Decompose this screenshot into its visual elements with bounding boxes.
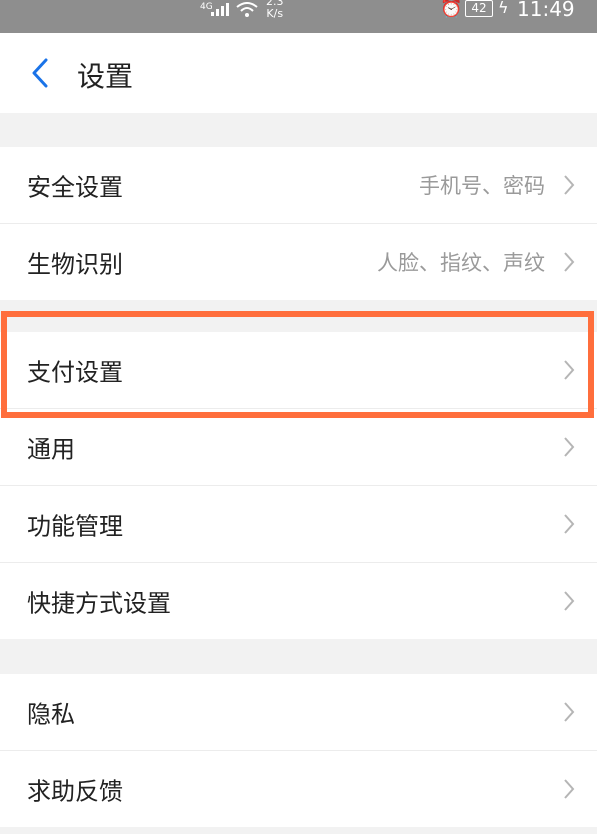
item-label: 安全设置 [27,173,123,202]
chevron-right-icon [564,514,575,534]
section-general: 支付设置 通用 功能管理 快捷方式设置 [0,332,597,639]
network-speed: 2.3 K/s [266,0,284,20]
settings-item-payment[interactable]: 支付设置 [0,332,597,409]
section-support: 隐私 求助反馈 [0,674,597,827]
chevron-right-icon [564,360,575,380]
back-arrow-icon[interactable] [30,58,50,88]
item-label: 求助反馈 [27,777,123,806]
page-title: 设置 [77,60,134,93]
settings-item-privacy[interactable]: 隐私 [0,674,597,751]
item-label: 快捷方式设置 [27,589,171,618]
chevron-right-icon [564,779,575,799]
header: 设置 [0,33,597,113]
section-account: 安全设置 手机号、密码 生物识别 人脸、指纹、声纹 [0,147,597,300]
settings-item-biometrics[interactable]: 生物识别 人脸、指纹、声纹 [0,224,597,300]
item-label: 支付设置 [27,358,123,387]
item-label: 功能管理 [27,512,123,541]
chevron-right-icon [564,437,575,457]
settings-item-features[interactable]: 功能管理 [0,486,597,563]
item-value: 人脸、指纹、声纹 [377,251,545,275]
alarm-icon: ⏰ [440,0,463,19]
charging-icon: ϟ [498,0,509,17]
speed-unit: K/s [266,7,284,20]
item-label: 隐私 [27,700,75,729]
clock: 11:49 [517,0,575,21]
chevron-right-icon [564,175,575,195]
wifi-icon [236,2,258,22]
status-bar: 4G 2.3 K/s ⏰ 42 ϟ 11:49 [0,0,597,33]
chevron-right-icon [564,252,575,272]
item-label: 生物识别 [27,250,123,279]
chevron-right-icon [564,702,575,722]
item-value: 手机号、密码 [419,174,545,198]
settings-item-shortcuts[interactable]: 快捷方式设置 [0,563,597,639]
item-label: 通用 [27,435,75,464]
settings-item-feedback[interactable]: 求助反馈 [0,751,597,827]
settings-item-general[interactable]: 通用 [0,409,597,486]
settings-item-security[interactable]: 安全设置 手机号、密码 [0,147,597,224]
chevron-right-icon [564,591,575,611]
battery-indicator: 42 [465,0,493,17]
signal-icon [211,3,229,16]
